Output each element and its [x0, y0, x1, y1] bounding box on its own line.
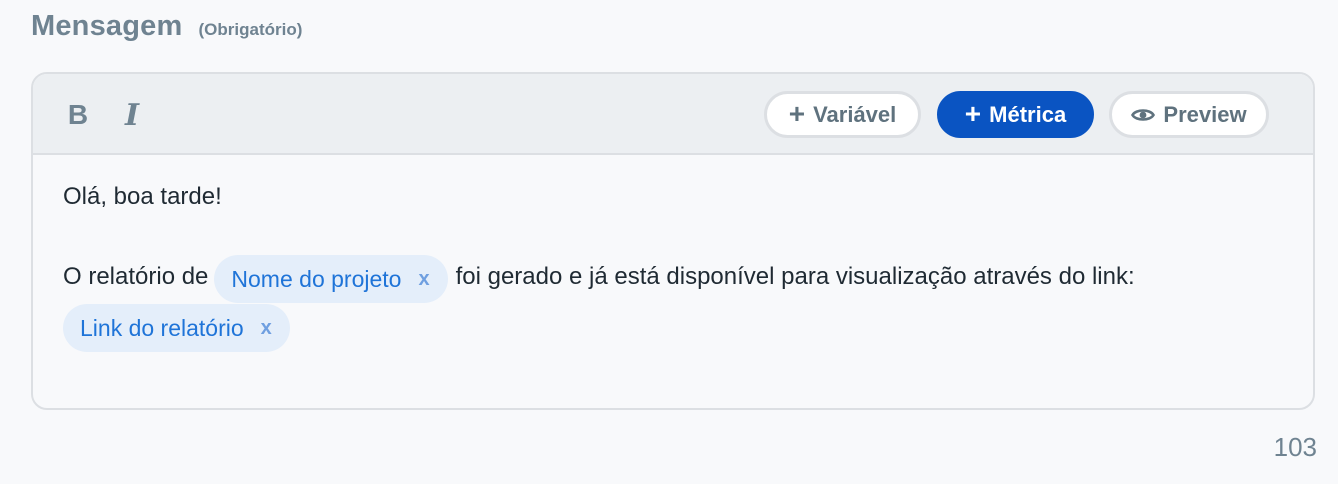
character-counter: 103 — [1273, 432, 1317, 462]
add-variable-label: Variável — [813, 101, 897, 127]
field-title: Mensagem — [31, 10, 183, 42]
variable-chip-link[interactable]: Link do relatório x — [63, 304, 290, 352]
italic-button[interactable]: I — [117, 98, 147, 133]
preview-button[interactable]: Preview — [1109, 91, 1269, 138]
add-metric-label: Métrica — [989, 101, 1067, 127]
variable-chip-project[interactable]: Nome do projeto x — [214, 255, 448, 303]
message-line: O relatório de Nome do projeto x foi ger… — [63, 253, 1135, 303]
chip-label: Link do relatório — [80, 314, 244, 341]
chip-remove-icon[interactable]: x — [261, 317, 272, 340]
editor-content[interactable]: Olá, boa tarde! O relatório de Nome do p… — [33, 155, 1313, 408]
plus-icon: + — [788, 97, 806, 129]
eye-icon — [1131, 107, 1156, 123]
field-label: Mensagem (Obrigatório) — [31, 10, 302, 52]
plus-icon: + — [964, 97, 982, 129]
chip-remove-icon[interactable]: x — [418, 268, 429, 291]
message-greeting: Olá, boa tarde! — [63, 183, 222, 210]
message-text-after: foi gerado e já está disponível para vis… — [455, 263, 1135, 290]
message-line: Link do relatório x — [63, 302, 290, 352]
message-editor: B I + Variável + Métrica Preview Olá, bo… — [31, 72, 1315, 410]
add-metric-button[interactable]: + Métrica — [937, 91, 1094, 138]
required-hint: (Obrigatório) — [198, 20, 303, 39]
add-variable-button[interactable]: + Variável — [764, 91, 921, 138]
bold-button[interactable]: B — [63, 98, 93, 132]
chip-label: Nome do projeto — [231, 265, 402, 292]
message-text-before: O relatório de — [63, 263, 209, 290]
preview-label: Preview — [1163, 101, 1247, 127]
editor-toolbar: B I + Variável + Métrica Preview — [33, 74, 1313, 155]
